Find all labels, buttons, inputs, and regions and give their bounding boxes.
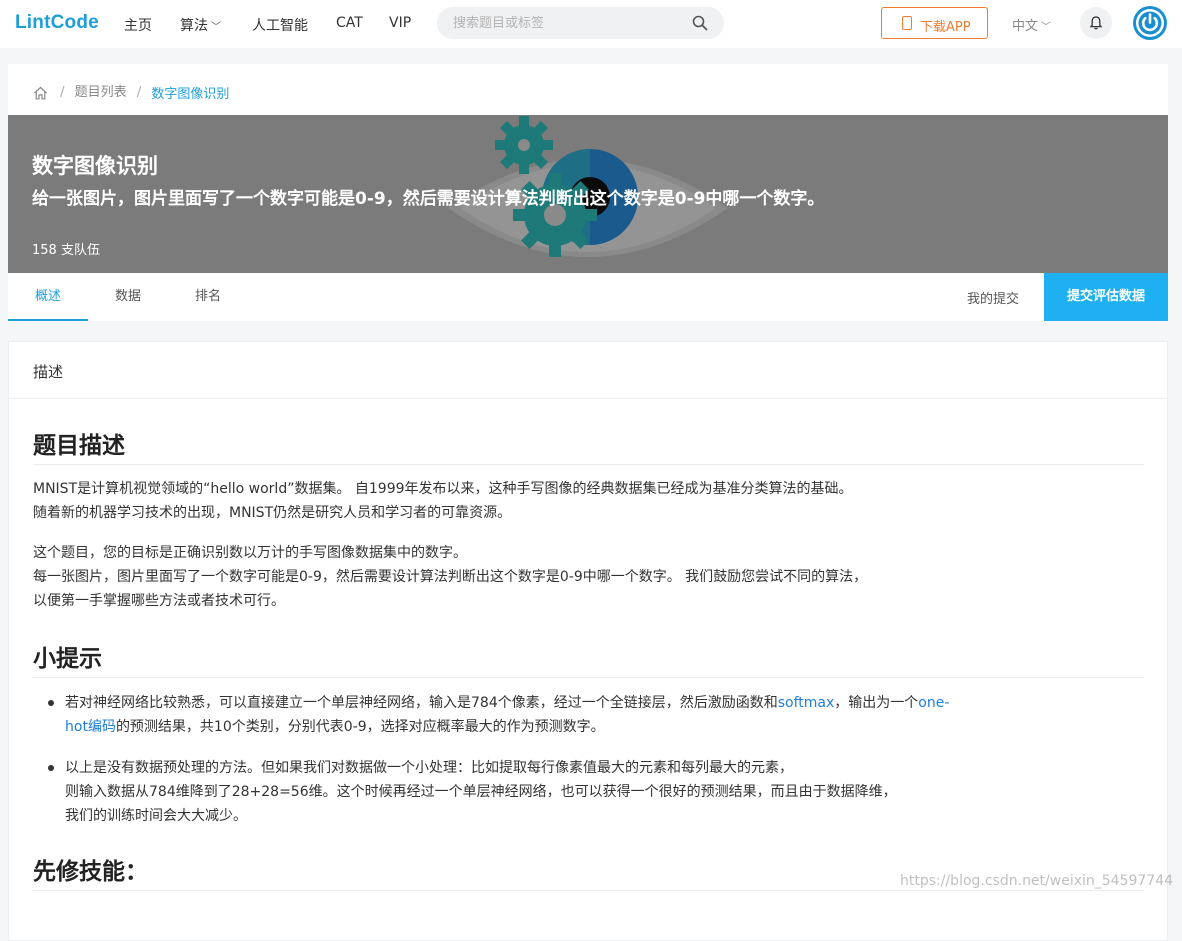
list-item: 若对神经网络比较熟悉，可以直接建立一个单层神经网络，输入是784个像素，经过一个… [65, 691, 949, 715]
nav-algorithm-label: 算法 [180, 18, 208, 34]
language-select[interactable]: 中文 ﹀ [1012, 15, 1051, 34]
nav-home[interactable]: 主页 [124, 15, 152, 35]
paragraph-line: 以便第一手掌握哪些方法或者技术可行。 [33, 593, 285, 609]
tip-text: ，输出为一个 [834, 695, 919, 711]
search-input[interactable] [453, 14, 673, 32]
list-item: 我们的训练时间会大大减少。 [65, 808, 247, 824]
nav-cat[interactable]: CAT [336, 15, 363, 31]
description-card-header: 描述 [9, 342, 1167, 399]
paragraph-line: 随着新的机器学习技术的出现，MNIST仍然是研究人员和学习者的可靠资源。 [33, 505, 512, 521]
nav-ai[interactable]: 人工智能 [252, 15, 308, 35]
watermark: https://blog.csdn.net/weixin_54597744 [900, 873, 1174, 889]
home-icon[interactable] [33, 86, 48, 100]
submit-evaluation-button[interactable]: 提交评估数据 [1044, 273, 1168, 321]
nav-vip[interactable]: VIP [389, 15, 411, 31]
power-icon [1136, 9, 1164, 37]
list-bullet [48, 765, 54, 771]
download-app-button[interactable]: 下载APP [881, 7, 988, 39]
my-submissions-link[interactable]: 我的提交 [967, 288, 1019, 307]
phone-icon [902, 16, 912, 30]
one-hot-link-part1[interactable]: one- [918, 695, 949, 711]
list-bullet [48, 700, 54, 706]
softmax-link[interactable]: softmax [778, 695, 835, 711]
tab-data[interactable]: 数据 [88, 273, 168, 321]
heading-problem-description: 题目描述 [33, 426, 1144, 465]
description-card: 描述 题目描述 MNIST是计算机视觉领域的“hello world”数据集。 … [8, 341, 1168, 941]
search-icon[interactable] [691, 14, 709, 32]
problem-header-card: / 题目列表 / 数字图像识别 数字图像识别 给一张图片，图片里面写了一个数字可… [8, 64, 1168, 321]
list-item: 以上是没有数据预处理的方法。但如果我们对数据做一个小处理：比如提取每行像素值最大… [65, 760, 793, 776]
avatar[interactable] [1133, 6, 1167, 40]
tab-ranking[interactable]: 排名 [168, 273, 248, 321]
one-hot-link-part2[interactable]: hot编码 [65, 719, 116, 735]
paragraph-line: 每一张图片，图片里面写了一个数字可能是0-9，然后需要设计算法判断出这个数字是0… [33, 569, 868, 585]
tip-text: 的预测结果，共10个类别，分别代表0-9，选择对应概率最大的作为预测数字。 [115, 719, 605, 735]
tab-overview[interactable]: 概述 [8, 273, 88, 321]
nav-algorithm[interactable]: 算法 ﹀ [180, 15, 221, 35]
notification-button[interactable] [1080, 7, 1112, 39]
heading-tips: 小提示 [33, 639, 1144, 678]
problem-title: 数字图像识别 [32, 154, 158, 178]
list-item: 则输入数据从784维降到了28+28=56维。这个时候再经过一个单层神经网络，也… [65, 784, 897, 800]
problem-tabs: 概述 数据 排名 我的提交 提交评估数据 [8, 273, 1168, 321]
download-app-label: 下载APP [920, 20, 971, 35]
chevron-down-icon: ﹀ [1041, 22, 1052, 33]
top-nav: LintCode 主页 算法﹀ 人工智能 CAT VIP 下载APP 中文﹀ [0, 0, 1182, 48]
logo[interactable]: LintCode [15, 12, 99, 34]
team-count: 158 支队伍 [32, 243, 100, 258]
breadcrumb-separator: / [60, 85, 65, 100]
breadcrumb-problem-list[interactable]: 题目列表 [75, 85, 127, 100]
section-label: 描述 [33, 363, 64, 381]
bell-icon [1089, 16, 1103, 30]
tip-text: 若对神经网络比较熟悉，可以直接建立一个单层神经网络，输入是784个像素，经过一个… [65, 695, 778, 711]
chevron-down-icon: ﹀ [211, 22, 221, 33]
list-item: hot编码的预测结果，共10个类别，分别代表0-9，选择对应概率最大的作为预测数… [65, 715, 605, 739]
problem-banner: 数字图像识别 给一张图片，图片里面写了一个数字可能是0-9，然后需要设计算法判断… [8, 115, 1168, 273]
language-label: 中文 [1012, 19, 1039, 34]
problem-subtitle: 给一张图片，图片里面写了一个数字可能是0-9，然后需要设计算法判断出这个数字是0… [32, 189, 825, 209]
search-box [437, 7, 724, 39]
breadcrumb-separator: / [136, 85, 142, 100]
paragraph-line: 这个题目，您的目标是正确识别数以万计的手写图像数据集中的数字。 [33, 545, 467, 561]
breadcrumb: / 题目列表 / 数字图像识别 [33, 81, 229, 102]
breadcrumb-current: 数字图像识别 [151, 87, 230, 102]
paragraph-line: MNIST是计算机视觉领域的“hello world”数据集。 自1999年发布… [33, 481, 853, 497]
